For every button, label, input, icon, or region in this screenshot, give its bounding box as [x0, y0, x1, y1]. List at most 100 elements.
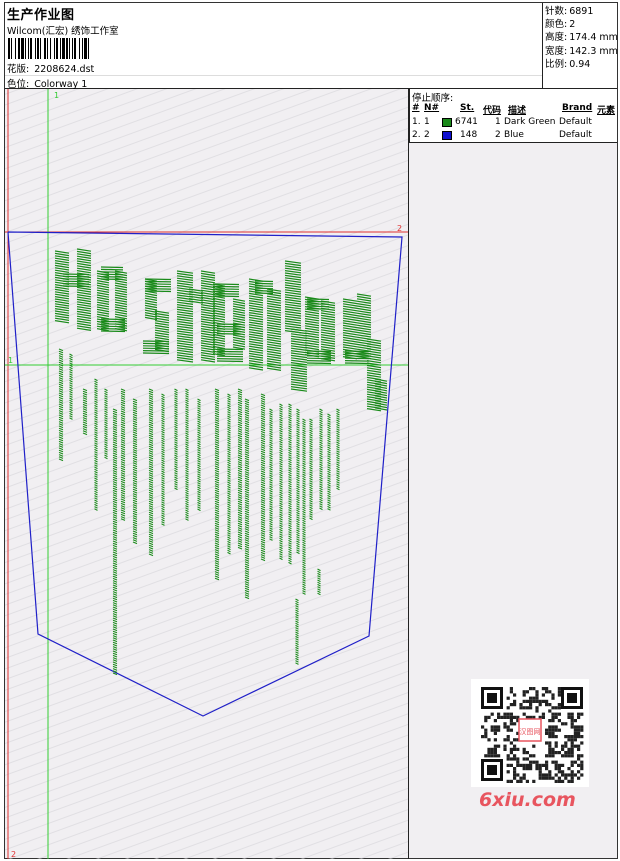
qr-module: [545, 699, 549, 703]
qr-module: [548, 709, 552, 713]
stitch: [100, 318, 126, 321]
qr-module: [551, 735, 555, 739]
barcode-bar: [28, 38, 29, 59]
qr-module: [564, 776, 568, 780]
qr-module: [529, 760, 533, 764]
barcode-bar: [25, 38, 26, 59]
qr-module: [509, 687, 513, 691]
qr-module: [551, 712, 555, 716]
stitch: [254, 292, 274, 295]
qr-module: [493, 719, 497, 723]
qr-module: [567, 715, 571, 719]
qr-module: [557, 776, 561, 780]
qr-module: [516, 773, 520, 777]
qr-module: [554, 744, 558, 748]
qr-module: [484, 728, 488, 732]
qr-module: [538, 773, 542, 777]
qr-module: [522, 706, 526, 710]
qr-module: [525, 763, 529, 767]
qr-module: [561, 770, 565, 774]
qr-module: [532, 744, 536, 748]
stat-value: 174.4 mm: [569, 32, 618, 44]
stat-label: 宽度:: [545, 45, 568, 57]
qr-module: [484, 719, 488, 723]
qr-module: [519, 779, 523, 783]
barcode-icon: [8, 38, 89, 59]
qr-module: [503, 715, 507, 719]
qr-module: [545, 767, 549, 771]
stitch: [306, 305, 330, 308]
qr-module: [573, 760, 577, 764]
design-file-value: 2208624.dst: [34, 64, 95, 75]
stop-sequence-heading: 停止顺序:: [412, 93, 454, 104]
stop-row[interactable]: 1. 1 6741 1 Dark Green Default: [410, 117, 618, 129]
qr-module: [577, 747, 581, 751]
barcode-bar: [21, 38, 24, 59]
qr-module: [522, 690, 526, 694]
qr-module: [509, 763, 513, 767]
qr-code-icon: 汉图网: [471, 679, 589, 787]
qr-module: [541, 699, 545, 703]
qr-module: [561, 763, 565, 767]
qr-module: [519, 763, 523, 767]
stat-value: 2: [569, 19, 576, 31]
qr-module: [538, 699, 542, 703]
qr-module: [532, 687, 536, 691]
design-file-label: 花版:: [7, 64, 30, 75]
qr-module: [535, 690, 539, 694]
qr-module: [567, 773, 571, 777]
barcode-bar: [66, 38, 68, 59]
qr-module: [548, 719, 552, 723]
barcode-bar: [18, 38, 20, 59]
barcode-bar: [74, 38, 76, 59]
fabric-texture: [5, 89, 408, 859]
stop-row[interactable]: 2. 2 148 2 Blue Default: [410, 130, 618, 142]
qr-module: [529, 703, 533, 707]
qr-module: [580, 725, 584, 729]
stitch: [254, 282, 274, 285]
qr-module: [557, 751, 561, 755]
qr-module: [564, 754, 568, 758]
qr-module: [570, 744, 574, 748]
qr-module: [503, 725, 507, 729]
qr-module: [509, 719, 513, 723]
qr-module: [490, 754, 494, 758]
qr-module: [506, 757, 510, 761]
qr-module: [567, 738, 571, 742]
stitch: [344, 362, 370, 365]
qr-module: [554, 706, 558, 710]
qr-module: [580, 763, 584, 767]
qr-module: [497, 754, 501, 758]
row-n: 1: [424, 117, 430, 127]
sheet-header: 生产作业图 Wilcom(汇宏) 绣饰工作室 花版: 2208624.dst 色位…: [5, 3, 618, 90]
qr-module: [564, 751, 568, 755]
qr-module: [567, 751, 571, 755]
qr-module: [529, 687, 533, 691]
qr-module: [580, 712, 584, 716]
qr-module: [554, 728, 558, 732]
qr-module: [522, 773, 526, 777]
stitch: [306, 362, 332, 365]
qr-module: [567, 779, 571, 783]
production-sheet: 生产作业图 Wilcom(汇宏) 绣饰工作室 花版: 2208624.dst 色位…: [4, 2, 618, 859]
stitch: [254, 285, 274, 287]
qr-module: [541, 712, 545, 716]
stat-width: 宽度: 142.3 mm: [545, 45, 618, 58]
qr-module: [570, 779, 574, 783]
qr-module: [570, 754, 574, 758]
qr-module: [509, 690, 513, 694]
qr-module: [545, 728, 549, 732]
qr-module: [513, 747, 517, 751]
stitch: [216, 330, 242, 333]
stitch: [142, 350, 170, 352]
stat-value: 0.94: [569, 58, 591, 70]
qr-module: [513, 715, 517, 719]
stitch: [344, 357, 370, 360]
qr-module: [506, 770, 510, 774]
design-canvas[interactable]: 1 1 2 2: [5, 89, 409, 859]
stat-colors: 颜色: 2: [545, 18, 617, 31]
qr-module: [509, 741, 513, 745]
qr-module: [580, 767, 584, 771]
qr-module: [481, 735, 485, 739]
qr-module: [545, 731, 549, 735]
